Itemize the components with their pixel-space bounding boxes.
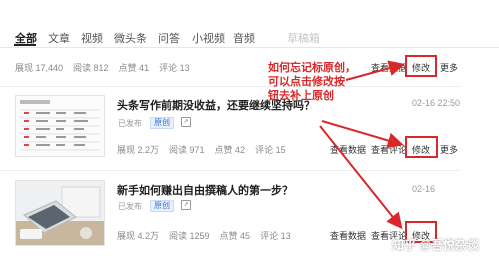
annotation-arrows <box>319 60 405 230</box>
annotation-note: 如何忘记标原创， 可以点击修改按 钮去补上原创 <box>268 61 356 103</box>
arrow-to-edit-middle <box>321 120 404 149</box>
annotation-line: 可以点击修改按 <box>268 76 345 88</box>
annotation-line: 如何忘记标原创， <box>268 62 356 74</box>
annotation-line: 钮去补上原创 <box>268 90 334 102</box>
watermark: 知乎 @吾悦杂谈 <box>392 238 480 252</box>
